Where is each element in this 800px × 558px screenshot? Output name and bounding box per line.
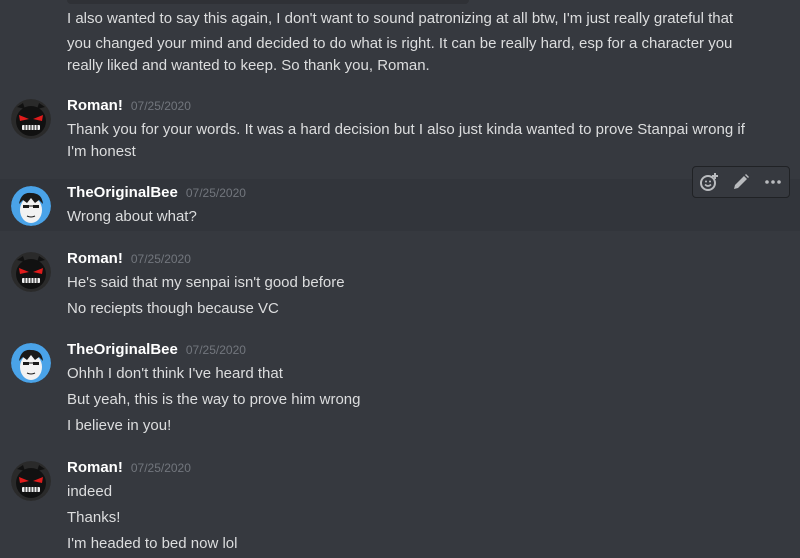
message-header: TheOriginalBee 07/25/2020 <box>67 341 246 363</box>
message-header: Roman! 07/25/2020 <box>67 250 191 272</box>
roman-avatar[interactable] <box>11 252 51 292</box>
message-text-line: I also wanted to say this again, I don't… <box>67 10 734 27</box>
add-reaction-button[interactable] <box>697 170 721 194</box>
edit-icon <box>734 174 749 189</box>
username[interactable]: Roman! <box>67 250 123 267</box>
message-text-line: I believe in you! <box>67 417 172 434</box>
message-text-line: No reciepts though because VC <box>67 300 279 317</box>
timestamp: 07/25/2020 <box>130 252 191 266</box>
username[interactable]: Roman! <box>67 97 123 114</box>
username[interactable]: Roman! <box>67 459 123 476</box>
add-reaction-icon <box>700 173 718 191</box>
message-text-line: you changed your mind and decided to do … <box>67 35 733 52</box>
message-text-line: Wrong about what? <box>67 208 197 225</box>
message-text-line: But yeah, this is the way to prove him w… <box>67 391 361 408</box>
timestamp: 07/25/2020 <box>185 186 246 200</box>
timestamp: 07/25/2020 <box>185 343 246 357</box>
message-header: Roman! 07/25/2020 <box>67 459 191 481</box>
message-text-line: indeed <box>67 483 113 500</box>
theoriginalbee-avatar[interactable] <box>11 186 51 226</box>
chat-messages-area: I also wanted to say this again, I don't… <box>0 0 800 558</box>
message-text-line: Ohhh I don't think I've heard that <box>67 365 283 382</box>
roman-avatar[interactable] <box>11 461 51 501</box>
timestamp: 07/25/2020 <box>130 461 191 475</box>
more-icon <box>765 180 781 184</box>
theoriginalbee-avatar[interactable] <box>11 343 51 383</box>
roman-avatar[interactable] <box>11 99 51 139</box>
message-text-line: I'm headed to bed now lol <box>67 535 238 552</box>
message-text-line: He's said that my senpai isn't good befo… <box>67 274 345 291</box>
message-text-line: I'm honest <box>67 143 136 160</box>
message-text-line: Thank you for your words. It was a hard … <box>67 121 745 138</box>
more-options-button[interactable] <box>761 170 785 194</box>
embed-edge <box>67 0 469 4</box>
username[interactable]: TheOriginalBee <box>67 184 178 201</box>
message-text-line: Thanks! <box>67 509 121 526</box>
message-text-line: really liked and wanted to keep. So than… <box>67 57 430 74</box>
message-action-toolbar <box>692 166 790 198</box>
message-header: Roman! 07/25/2020 <box>67 97 191 119</box>
timestamp: 07/25/2020 <box>130 99 191 113</box>
username[interactable]: TheOriginalBee <box>67 341 178 358</box>
message-header: TheOriginalBee 07/25/2020 <box>67 184 246 206</box>
edit-message-button[interactable] <box>729 170 753 194</box>
